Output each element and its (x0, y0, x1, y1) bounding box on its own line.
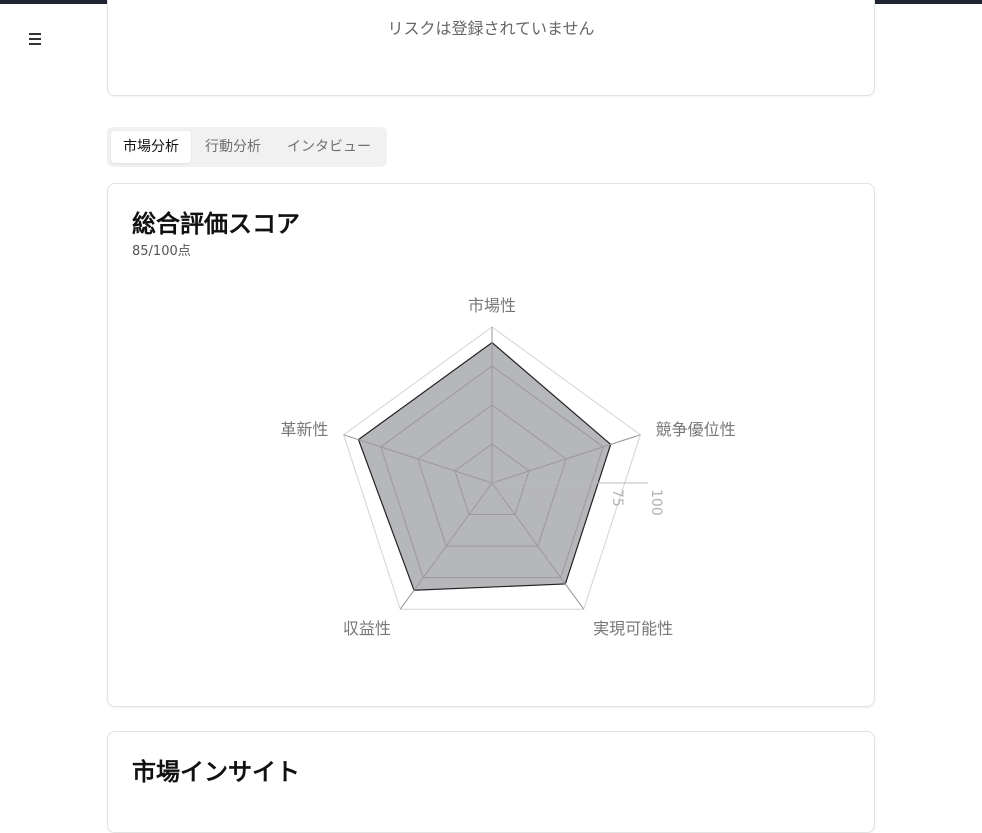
tab-interview[interactable]: インタビュー (275, 131, 383, 163)
radar-tick-label: 50 (570, 489, 586, 507)
radar-chart: 0 25 50 75 100 市場性競争優位性実現可能性 収益性 革新性 (280, 296, 736, 638)
menu-icon[interactable] (26, 30, 44, 50)
radar-tick-label: 0 (492, 489, 508, 498)
risk-card: リスクは登録されていません (107, 0, 875, 96)
insight-card: 市場インサイト (107, 731, 875, 833)
tab-behavior-analysis[interactable]: 行動分析 (193, 131, 273, 163)
insight-card-title: 市場インサイト (132, 758, 300, 786)
radar-tick-label: 100 (648, 489, 664, 516)
radar-category-label: 実現可能性 (593, 619, 673, 638)
risk-empty-message: リスクは登録されていません (387, 19, 595, 38)
analysis-tabs: 市場分析 行動分析 インタビュー (107, 127, 387, 167)
radar-tick-label: 25 (531, 489, 547, 507)
radar-category-label: 収益性 (343, 619, 391, 638)
radar-category-label: 市場性 (468, 296, 516, 315)
radar-series-area (357, 341, 612, 591)
radar-tick-label: 75 (609, 489, 625, 507)
radar-category-label: 競争優位性 (656, 420, 736, 439)
radar-category-label: 革新性 (280, 420, 328, 439)
score-card: 総合評価スコア 85/100点 0 25 50 75 100 市場性 競争優位性 実現可能性収… (107, 183, 875, 707)
tab-market-analysis[interactable]: 市場分析 (111, 131, 191, 163)
